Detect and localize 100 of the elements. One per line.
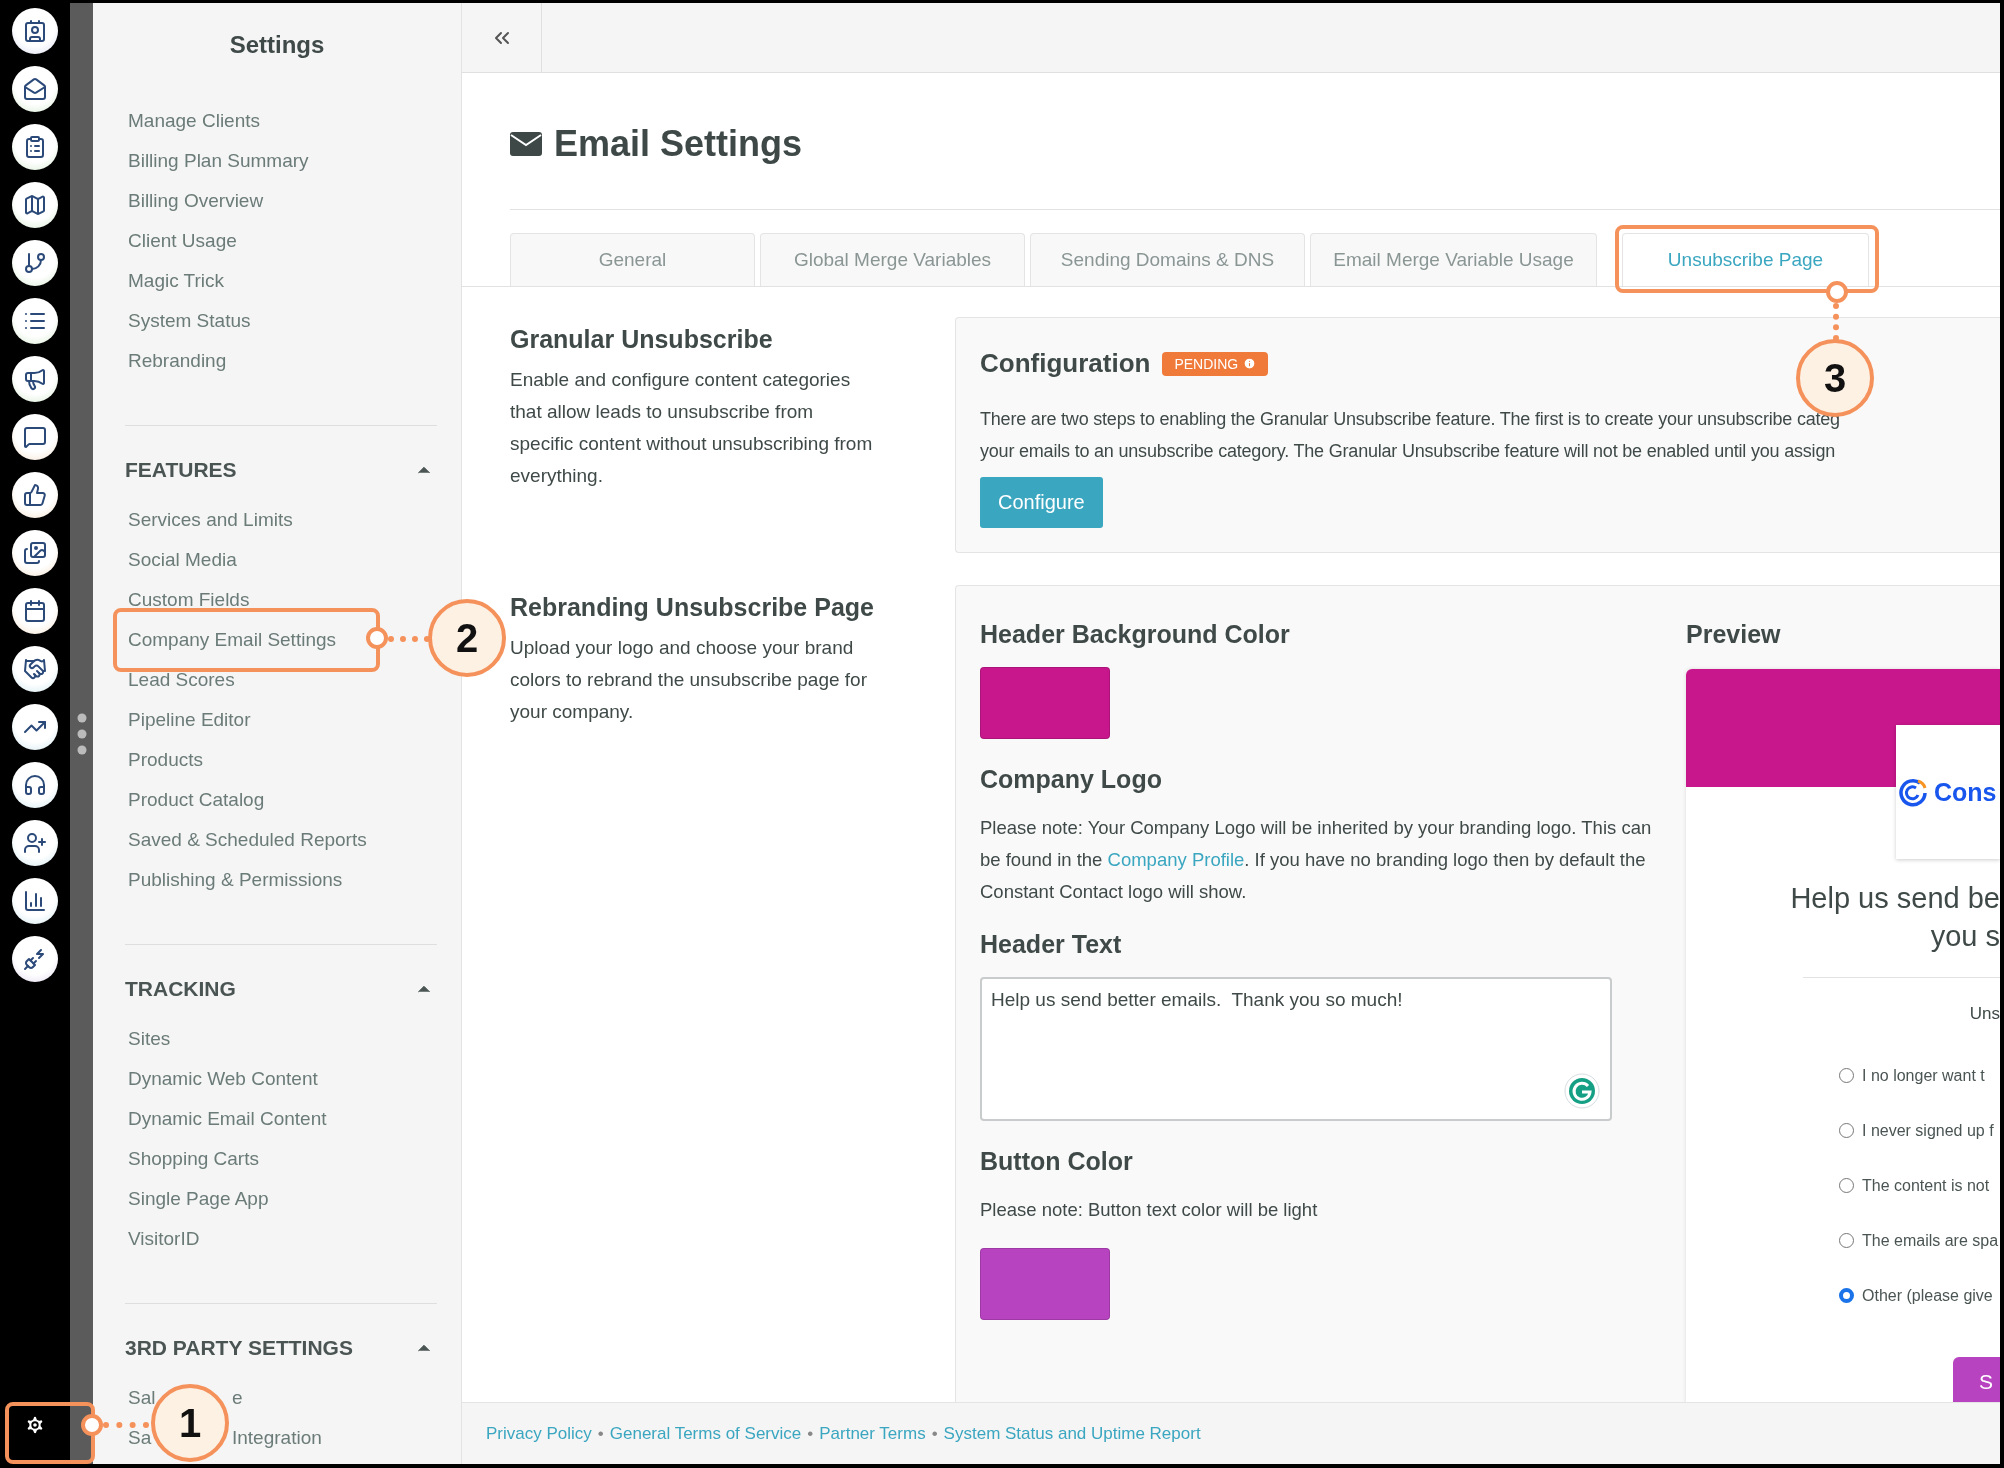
footer-link[interactable]: Privacy Policy — [486, 1423, 592, 1444]
section-description: Enable and configure content categories that allow leads to unsubscribe from specific content without unsubscribing from everything. — [510, 368, 874, 488]
tab[interactable]: General — [510, 233, 755, 286]
preview-heading: you s — [1929, 919, 2000, 954]
megaphone-icon[interactable] — [12, 356, 58, 402]
sidebar-item[interactable]: Services and Limits — [128, 508, 293, 532]
radio-label: I never signed up f — [1862, 1121, 1994, 1140]
bar-chart-icon[interactable] — [12, 878, 58, 924]
preview-heading: Help us send be — [1789, 881, 2000, 916]
tab[interactable]: Unsubscribe Page — [1622, 233, 1869, 286]
radio-button[interactable] — [1839, 1178, 1854, 1193]
section-heading: 3RD PARTY SETTINGS — [125, 1336, 353, 1360]
logo-text: Cons — [1934, 777, 1997, 807]
sidebar-item[interactable]: Single Page App — [128, 1187, 269, 1211]
section-heading: FEATURES — [125, 458, 237, 482]
header-text-field[interactable]: Help us send better emails. Thank you so much! — [980, 977, 1612, 1121]
radio-button[interactable] — [1839, 1123, 1854, 1138]
color-swatch[interactable] — [980, 667, 1110, 739]
radio-button[interactable] — [1839, 1068, 1854, 1083]
card-title: Configuration — [980, 348, 1151, 379]
submit-button[interactable]: S — [1953, 1357, 2000, 1402]
sidebar-item[interactable]: Shopping Carts — [128, 1147, 259, 1171]
sidebar-item[interactable]: Product Catalog — [128, 788, 265, 812]
section-description: Upload your logo and choose your brand colors to rebrand the unsubscribe page for your company. — [510, 636, 868, 724]
sidebar-item[interactable]: e — [232, 1386, 243, 1410]
sidebar-item[interactable]: Sa — [128, 1426, 152, 1450]
sidebar-item[interactable]: System Status — [128, 309, 251, 333]
preview-title: Preview — [1686, 620, 1782, 649]
page-title: Email Settings — [554, 123, 803, 165]
radio-label: I no longer want t — [1862, 1066, 1985, 1085]
callout-number: 2 — [428, 599, 506, 677]
footer-link[interactable]: Partner Terms — [819, 1423, 926, 1444]
button-color-note: Please note: Button text color will be light — [980, 1198, 1319, 1222]
map-icon[interactable] — [12, 182, 58, 228]
section-title: Rebranding Unsubscribe Page — [510, 593, 875, 622]
footer-link[interactable]: General Terms of Service — [609, 1423, 802, 1444]
field-label: Header Text — [980, 930, 1123, 959]
sidebar-item[interactable]: VisitorID — [128, 1227, 200, 1251]
description-line: your emails to an unsubscribe category. The Granular Unsubscribe feature will not be enabled until you assign — [980, 440, 1837, 463]
configure-button[interactable]: Configure — [980, 477, 1103, 528]
logo-note: Please note: Your Company Logo will be inherited by your branding logo. This can be found in the Company Profile. If you have no branding logo then by default the Constant Contact logo will show. — [980, 816, 1653, 904]
sidebar-item[interactable]: Company Email Settings — [128, 628, 337, 652]
radio-label: Other (please give — [1862, 1286, 1993, 1305]
calendar-icon[interactable] — [12, 588, 58, 634]
field-label: Company Logo — [980, 765, 1163, 794]
headset-icon[interactable] — [12, 762, 58, 808]
list-icon[interactable] — [12, 298, 58, 344]
info-icon — [1243, 357, 1257, 370]
ring-logo-icon — [1898, 777, 1928, 807]
footer-link[interactable]: System Status and Uptime Report — [943, 1423, 1201, 1444]
sidebar-item[interactable]: Rebranding — [128, 349, 227, 373]
sidebar-item[interactable]: Publishing & Permissions — [128, 868, 343, 892]
sidebar-item[interactable]: Dynamic Email Content — [128, 1107, 327, 1131]
clipboard-icon[interactable] — [12, 124, 58, 170]
section-heading: TRACKING — [125, 977, 236, 1001]
sidebar-item[interactable]: Social Media — [128, 548, 237, 572]
sidebar-item[interactable]: Custom Fields — [128, 588, 250, 612]
sidebar-item[interactable]: Billing Plan Summary — [128, 149, 309, 173]
separator-dot: • — [931, 1423, 938, 1444]
radio-button[interactable] — [1839, 1233, 1854, 1248]
sidebar-item[interactable]: Integration — [232, 1426, 322, 1450]
thumbs-up-icon[interactable] — [12, 472, 58, 518]
status-badge: PENDING — [1162, 351, 1269, 376]
sidebar-title: Settings — [228, 30, 326, 60]
radio-label: The emails are spa — [1862, 1231, 1999, 1250]
sidebar-item[interactable]: Manage Clients — [128, 109, 261, 133]
section-title: Granular Unsubscribe — [510, 325, 774, 354]
handshake-icon[interactable] — [12, 646, 58, 692]
separator-dot: • — [807, 1423, 814, 1444]
company-profile-link[interactable]: Company Profile — [1107, 849, 1245, 870]
sidebar-item[interactable]: Lead Scores — [128, 668, 235, 692]
envelope-icon[interactable] — [12, 66, 58, 112]
sidebar-item[interactable]: Billing Overview — [128, 189, 264, 213]
chart-icon[interactable] — [12, 704, 58, 750]
tab[interactable]: Email Merge Variable Usage — [1310, 233, 1597, 286]
separator-dot: • — [597, 1423, 604, 1444]
color-swatch[interactable] — [980, 1248, 1110, 1320]
sidebar-item[interactable]: Saved & Scheduled Reports — [128, 828, 367, 852]
grammar-assistant-icon[interactable] — [1564, 1073, 1600, 1109]
sidebar-item[interactable]: Magic Trick — [128, 269, 225, 293]
envelope-icon — [510, 132, 542, 156]
drag-handle-icon[interactable] — [76, 712, 87, 755]
radio-label: The content is not — [1862, 1176, 1990, 1195]
sidebar-item[interactable]: Sites — [128, 1027, 171, 1051]
images-icon[interactable] — [12, 530, 58, 576]
sidebar-item[interactable]: Dynamic Web Content — [128, 1067, 318, 1091]
tab[interactable]: Sending Domains & DNS — [1030, 233, 1305, 286]
chat-bubble-icon[interactable] — [12, 414, 58, 460]
contact-card-icon[interactable] — [12, 8, 58, 54]
branch-icon[interactable] — [12, 240, 58, 286]
sidebar-item[interactable]: Client Usage — [128, 229, 237, 253]
field-label: Header Background Color — [980, 620, 1291, 649]
sidebar-item[interactable]: Products — [128, 748, 203, 772]
preview-prompt: Uns — [1968, 1004, 2000, 1024]
field-label: Button Color — [980, 1147, 1134, 1176]
radio-button[interactable] — [1839, 1288, 1854, 1303]
tab[interactable]: Global Merge Variables — [760, 233, 1025, 286]
plug-icon[interactable] — [12, 936, 58, 982]
sidebar-item[interactable]: Pipeline Editor — [128, 708, 251, 732]
leader-dot — [1826, 281, 1848, 303]
